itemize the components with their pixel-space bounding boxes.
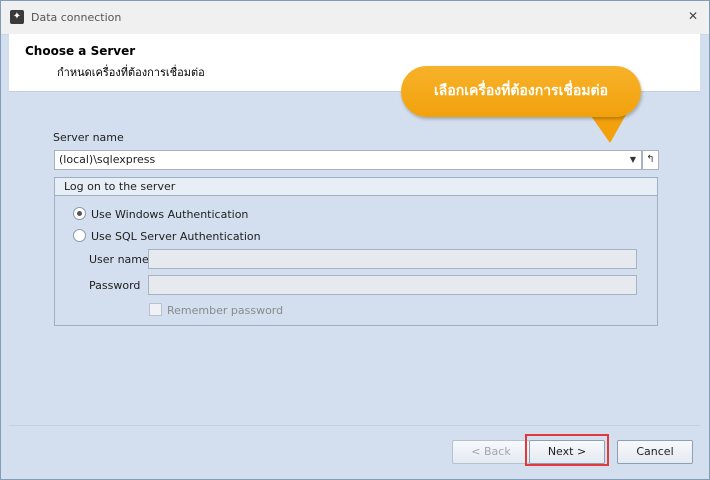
callout-bubble: เลือกเครื่องที่ต้องการเชื่อมต่อ bbox=[401, 66, 641, 117]
group-header: Log on to the server bbox=[55, 178, 657, 196]
remember-password-checkbox[interactable]: Remember password bbox=[149, 303, 283, 317]
window-title: Data connection bbox=[31, 11, 122, 24]
remember-password-label: Remember password bbox=[167, 304, 284, 317]
cancel-button[interactable]: Cancel bbox=[617, 440, 693, 464]
windows-auth-label: Use Windows Authentication bbox=[91, 208, 249, 221]
windows-auth-radio[interactable]: Use Windows Authentication bbox=[73, 207, 248, 221]
radio-checked-icon[interactable] bbox=[73, 207, 86, 220]
username-label: User name bbox=[89, 253, 149, 266]
wizard-icon: ✦ bbox=[10, 10, 24, 24]
group-title: Log on to the server bbox=[64, 180, 176, 193]
next-button-highlight bbox=[525, 434, 609, 466]
server-name-label: Server name bbox=[53, 131, 124, 144]
username-field[interactable] bbox=[148, 249, 637, 269]
sql-auth-label: Use SQL Server Authentication bbox=[91, 230, 261, 243]
footer-divider bbox=[9, 425, 700, 426]
page-subtitle: กำหนดเครื่องที่ต้องการเชื่อมต่อ bbox=[57, 66, 205, 79]
server-name-value: (local)\sqlexpress bbox=[59, 153, 156, 166]
radio-unchecked-icon[interactable] bbox=[73, 229, 86, 242]
checkbox-icon[interactable] bbox=[149, 303, 162, 316]
refresh-icon[interactable]: ↰ bbox=[642, 150, 659, 170]
server-name-combobox[interactable]: (local)\sqlexpress bbox=[54, 150, 628, 170]
dialog-window: ✦ Data connection ✕ Choose a Server กำหน… bbox=[0, 0, 710, 480]
title-bar: ✦ Data connection ✕ bbox=[1, 1, 709, 35]
sql-auth-radio[interactable]: Use SQL Server Authentication bbox=[73, 229, 261, 243]
callout-tail bbox=[589, 113, 649, 143]
password-label: Password bbox=[89, 279, 141, 292]
chevron-down-icon[interactable]: ▼ bbox=[625, 150, 642, 170]
page-title: Choose a Server bbox=[25, 44, 136, 58]
back-button[interactable]: < Back bbox=[452, 440, 530, 464]
close-icon[interactable]: ✕ bbox=[685, 8, 701, 24]
callout-text: เลือกเครื่องที่ต้องการเชื่อมต่อ bbox=[433, 83, 608, 99]
password-field[interactable] bbox=[148, 275, 637, 295]
